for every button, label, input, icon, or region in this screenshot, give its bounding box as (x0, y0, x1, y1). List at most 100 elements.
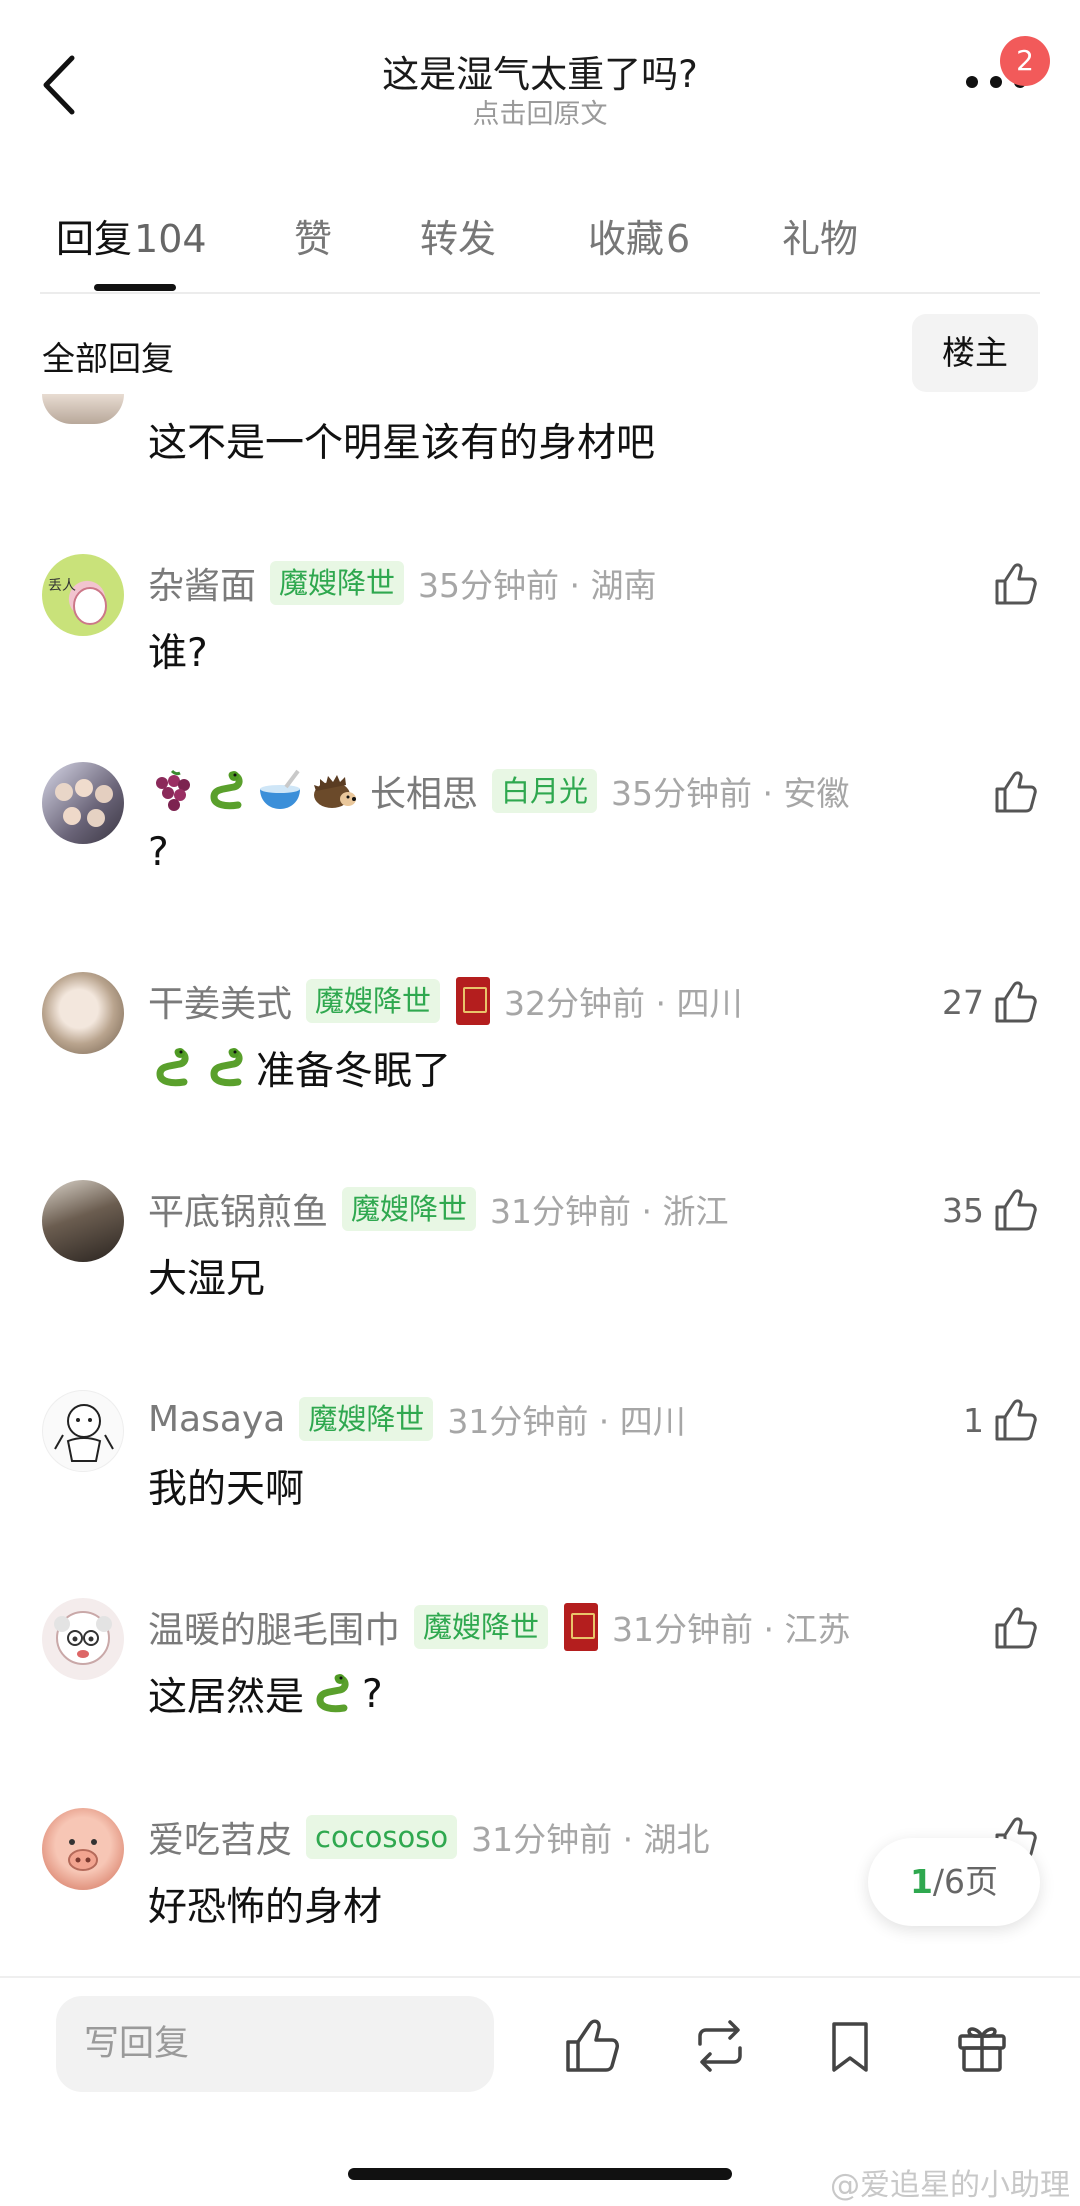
comment-item: 温暖的腿毛围巾 魔嫂降世 31分钟前 · 江苏 这居然是 ? (0, 1598, 1080, 1798)
notification-badge: 2 (1000, 36, 1050, 86)
tab-divider (40, 292, 1040, 294)
timestamp-location: 35分钟前 · 安徽 (611, 774, 850, 813)
tab-reposts[interactable]: 转发 (420, 208, 496, 263)
like-control[interactable]: 35 (942, 1180, 1038, 1240)
comment-meta: Masaya 魔嫂降世 31分钟前 · 四川 (148, 1394, 686, 1444)
fan-badge: 魔嫂降世 (299, 1397, 434, 1441)
hedgehog-icon (314, 775, 356, 808)
tab-favorites[interactable]: 收藏6 (588, 208, 690, 263)
tab-favorites-count: 6 (666, 217, 691, 261)
page-indicator[interactable]: 1/6页 (868, 1838, 1040, 1926)
comment-text: 这不是一个明星该有的身材吧 (148, 421, 656, 466)
like-control[interactable] (984, 762, 1038, 822)
like-icon[interactable] (562, 2016, 622, 2076)
like-control[interactable] (984, 554, 1038, 614)
repost-icon[interactable] (690, 2016, 750, 2076)
snake-icon (156, 1048, 189, 1087)
username[interactable]: 爱吃苕皮 (148, 1811, 292, 1863)
comment-text: 大湿兄 (148, 1248, 265, 1304)
red-book-icon (564, 1603, 599, 1651)
comment-text-content: 这居然是 (148, 1675, 305, 1720)
thumbs-up-icon[interactable] (992, 561, 1038, 607)
comment-meta: 平底锅煎鱼 魔嫂降世 31分钟前 · 浙江 (148, 1184, 729, 1234)
like-control[interactable] (984, 1598, 1038, 1658)
timestamp-location: 31分钟前 · 四川 (447, 1402, 686, 1441)
tab-replies-label: 回复 (56, 217, 133, 261)
timestamp-location: 31分钟前 · 浙江 (490, 1192, 729, 1231)
comment-text: ? (148, 830, 169, 875)
thumbs-up-icon[interactable] (992, 1605, 1038, 1651)
home-indicator (348, 2168, 732, 2180)
svg-text:丢人: 丢人 (48, 578, 76, 594)
like-count: 27 (942, 982, 984, 1022)
bookmark-icon[interactable] (820, 2016, 880, 2076)
bottom-divider (0, 1976, 1080, 1978)
tab-likes-label: 赞 (294, 217, 333, 261)
avatar[interactable] (42, 1808, 124, 1890)
like-control[interactable]: 27 (942, 972, 1038, 1032)
timestamp-location: 31分钟前 · 江苏 (612, 1610, 851, 1649)
gift-icon[interactable] (952, 2016, 1012, 2076)
username[interactable]: 平底锅煎鱼 (148, 1183, 328, 1235)
comment-item: Masaya 魔嫂降世 31分钟前 · 四川 我的天啊 1 (0, 1390, 1080, 1590)
comment-text: 准备冬眠了 (148, 1040, 451, 1096)
watermark: @爱追星的小助理 (830, 2168, 1070, 2203)
comment-text-content: 谁? (148, 631, 208, 676)
tab-favorites-label: 收藏 (588, 217, 665, 261)
fan-badge: 魔嫂降世 (342, 1187, 477, 1231)
tab-reposts-label: 转发 (420, 217, 497, 261)
username-emojis (148, 767, 364, 815)
thumbs-up-icon[interactable] (992, 979, 1038, 1025)
comment-meta: 爱吃苕皮 cocososo 31分钟前 · 湖北 (148, 1812, 710, 1862)
reply-input[interactable]: 写回复 (56, 1996, 494, 2092)
comment-text: 这居然是 ? (148, 1666, 383, 1722)
avatar[interactable] (42, 1598, 124, 1680)
username[interactable]: 长相思 (370, 765, 478, 817)
avatar[interactable] (42, 762, 124, 844)
fan-badge: 魔嫂降世 (270, 561, 405, 605)
avatar[interactable] (42, 972, 124, 1054)
red-book-icon (456, 977, 491, 1025)
fan-badge: 魔嫂降世 (414, 1605, 549, 1649)
comment-text-content: 好恐怖的身材 (148, 1885, 383, 1930)
timestamp-location: 35分钟前 · 湖南 (418, 566, 657, 605)
tab-replies-count: 104 (134, 217, 207, 261)
comment-meta: 温暖的腿毛围巾 魔嫂降世 31分钟前 · 江苏 (148, 1602, 851, 1652)
tab-gifts-label: 礼物 (782, 217, 859, 261)
username[interactable]: 杂酱面 (148, 557, 256, 609)
tab-gifts[interactable]: 礼物 (782, 208, 858, 263)
all-replies-label: 全部回复 (42, 339, 174, 378)
thumbs-up-icon[interactable] (992, 1187, 1038, 1233)
thumbs-up-icon[interactable] (992, 769, 1038, 815)
avatar[interactable] (42, 1390, 124, 1472)
username[interactable]: 干姜美式 (148, 975, 292, 1027)
comment-meta: 干姜美式 魔嫂降世 32分钟前 · 四川 (148, 976, 743, 1026)
like-control[interactable]: 1 (963, 1390, 1038, 1450)
comment-text-content: ? (148, 830, 169, 875)
active-tab-indicator (94, 284, 176, 291)
fan-badge: cocososo (306, 1815, 458, 1859)
username[interactable]: Masaya (148, 1399, 285, 1440)
snake-icon (316, 1674, 349, 1713)
avatar[interactable] (42, 394, 124, 424)
top-bar: 这是湿气太重了吗? 点击回原文 2 (0, 0, 1080, 140)
total-pages: /6页 (932, 1862, 999, 1901)
tab-likes[interactable]: 赞 (294, 208, 332, 263)
comment-text-content: 准备冬眠了 (256, 1049, 452, 1094)
comment-item: 长相思 白月光 35分钟前 · 安徽 ? (0, 762, 1080, 962)
bowl-icon (260, 769, 300, 809)
back-to-original-link[interactable]: 点击回原文 (0, 92, 1080, 131)
fan-badge: 魔嫂降世 (306, 979, 441, 1023)
tab-bar: 回复104 赞 转发 收藏6 礼物 (0, 200, 1080, 292)
snake-icon (210, 771, 243, 810)
comment-item: 丢人 杂酱面 魔嫂降世 35分钟前 · 湖南 谁? (0, 554, 1080, 754)
avatar[interactable]: 丢人 (42, 554, 124, 636)
page-title: 这是湿气太重了吗? (382, 53, 698, 96)
comment-text: 好恐怖的身材 (148, 1876, 382, 1932)
username[interactable]: 温暖的腿毛围巾 (148, 1601, 400, 1653)
owner-only-button[interactable]: 楼主 (912, 314, 1038, 392)
thumbs-up-icon[interactable] (992, 1397, 1038, 1443)
avatar[interactable] (42, 1180, 124, 1262)
comment-item: 平底锅煎鱼 魔嫂降世 31分钟前 · 浙江 大湿兄 35 (0, 1180, 1080, 1380)
tab-replies[interactable]: 回复104 (56, 208, 207, 263)
